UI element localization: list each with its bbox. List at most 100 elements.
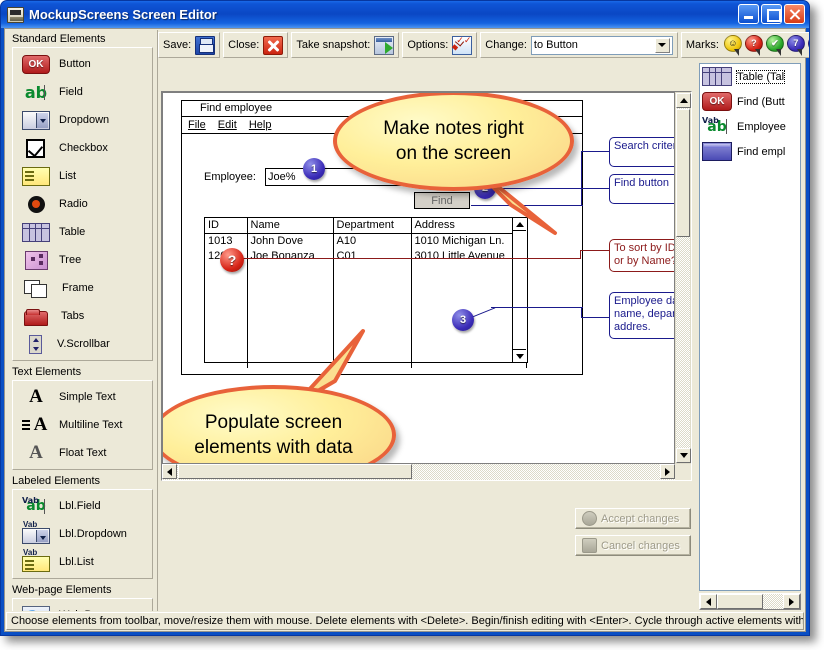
accept-changes-button[interactable]: Accept changes [575,508,691,529]
labeled-dropdown-icon: Vab [22,520,50,544]
note-find-button[interactable]: Find button [609,174,674,204]
horizontal-scroll-thumb[interactable] [178,464,412,479]
scroll-right-icon[interactable] [783,594,800,609]
take-snapshot-icon[interactable] [374,35,395,55]
palette-item-tabs[interactable]: Tabs [13,302,152,330]
accept-changes-label: Accept changes [601,512,680,525]
scroll-left-icon[interactable] [162,464,177,479]
palette-item-simple-text[interactable]: A Simple Text [13,383,152,411]
multiline-text-icon: A [22,414,50,435]
element-list[interactable]: Table (Tal OK Find (Butt Vab ab Employee … [699,63,801,591]
change-group: Change: to Button [480,32,678,58]
list-item[interactable]: Find empl [700,139,800,164]
question-mark-glyph: ? [744,34,763,52]
horizontal-scroll-thumb[interactable] [717,594,763,609]
marks-label: Marks: [685,39,719,51]
palette-item-field[interactable]: ab Field [13,78,152,106]
palette-item-lbl-dropdown[interactable]: Vab Lbl.Dropdown [13,520,152,548]
change-type-select[interactable]: to Button [530,35,673,55]
palette-item-lbl-field[interactable]: Vab ab Lbl.Field [13,492,152,520]
table-row[interactable] [205,308,527,323]
palette-item-label: Lbl.Field [59,500,101,512]
menu-file[interactable]: File [188,119,206,131]
section-title-standard: Standard Elements [6,30,157,47]
number-7-mark-icon[interactable]: 7 [786,34,806,56]
list-item[interactable]: Table (Tal [700,64,800,89]
chevron-down-icon[interactable] [654,37,670,53]
labeled-field-icon: Vab ab [22,496,50,516]
vertical-scroll-thumb[interactable] [676,109,690,237]
save-icon[interactable] [195,35,216,55]
palette-item-checkbox[interactable]: Checkbox [13,134,152,162]
palette-item-label: Tree [59,254,82,266]
palette-item-radio[interactable]: Radio [13,190,152,218]
cancel-changes-button[interactable]: Cancel changes [575,535,691,556]
callout-line-2: elements with data [194,437,353,458]
palette-item-button[interactable]: OK Button [13,50,152,78]
title-bar[interactable]: MockupScreens Screen Editor [1,1,809,28]
list-item[interactable]: OK Find (Butt [700,89,800,114]
palette-item-multiline-text[interactable]: A Multiline Text [13,411,152,439]
palette-item-dropdown[interactable]: Dropdown [13,106,152,134]
list-item[interactable]: Vab ab Employee [700,114,800,139]
table-scroll-down-icon[interactable] [513,349,526,362]
smiley-mark-icon[interactable]: ☺ [723,34,743,56]
table-row[interactable] [205,293,527,308]
close-icon[interactable] [263,35,284,55]
palette-item-web-browser[interactable]: Web Browser [13,601,152,611]
canvas-horizontal-scrollbar[interactable] [162,464,675,480]
section-title-labeled: Labeled Elements [6,472,157,489]
app-icon [7,6,24,23]
question-mark-icon[interactable]: ? [744,34,764,56]
note-employee-data[interactable]: Employee data: ID, name, department, add… [609,292,674,339]
table-vertical-scrollbar[interactable] [512,218,527,362]
check-mark-icon[interactable]: ✔ [765,34,785,56]
palette-item-label: Lbl.List [59,556,94,568]
scroll-down-icon[interactable] [676,448,691,463]
canvas-vertical-scrollbar[interactable] [675,92,691,464]
mockup-canvas[interactable]: Find employee File Edit Help Employee: J… [162,92,675,464]
palette-item-list[interactable]: List [13,162,152,190]
palette-item-float-text[interactable]: A Float Text [13,439,152,467]
note-line-3: addres. [614,321,651,333]
find-button[interactable]: Find [414,192,470,209]
close-button[interactable] [784,4,805,24]
note-line-1: Employee data: ID, [614,295,674,307]
maximize-button[interactable] [761,4,782,24]
palette-item-label: Tabs [61,310,85,322]
element-list-horizontal-scrollbar[interactable] [699,593,801,610]
callout-line-2: on the screen [395,143,512,164]
callout-make-notes[interactable]: Make notes right on the screen [333,93,574,235]
palette-item-tree[interactable]: Tree [13,246,152,274]
elements-palette[interactable]: Standard Elements OK Button ab Field Dro… [6,30,158,611]
table-row[interactable] [205,263,527,278]
button-icon: OK [22,54,50,74]
cell-id: 1013 [205,233,248,248]
palette-item-lbl-list[interactable]: Vab Lbl.List [13,548,152,576]
scroll-left-icon[interactable] [700,594,717,609]
palette-item-frame[interactable]: Frame [13,274,152,302]
list-item-label: Employee [737,120,786,133]
scroll-right-icon[interactable] [660,464,675,479]
leader-line-note3b [580,250,610,251]
palette-item-table[interactable]: Table [13,218,152,246]
table-row[interactable]: 1207 Joe Bonanza C01 3010 Little Avenue [205,248,527,263]
note-search-criteria[interactable]: Search criteria [609,137,674,167]
minimize-button[interactable] [738,4,759,24]
options-icon[interactable] [452,35,473,55]
scroll-up-icon[interactable] [676,93,691,108]
marker-3[interactable]: 3 [452,309,474,331]
number-17-mark-icon[interactable]: 17 [807,34,809,56]
menu-edit[interactable]: Edit [218,119,237,131]
callout-populate-screen[interactable]: Populate screen elements with data [163,329,396,463]
marker-1[interactable]: 1 [303,158,325,180]
note-sort-question[interactable]: To sort by ID or by Name? [609,239,674,272]
cell-empty [205,293,248,308]
palette-item-vscrollbar[interactable]: V.Scrollbar [13,330,152,358]
table-row[interactable] [205,278,527,293]
mark-tail [775,48,781,56]
marker-question[interactable]: ? [220,248,244,272]
menu-help[interactable]: Help [249,119,272,131]
cancel-icon [582,538,597,553]
scroll-track[interactable] [763,594,783,609]
